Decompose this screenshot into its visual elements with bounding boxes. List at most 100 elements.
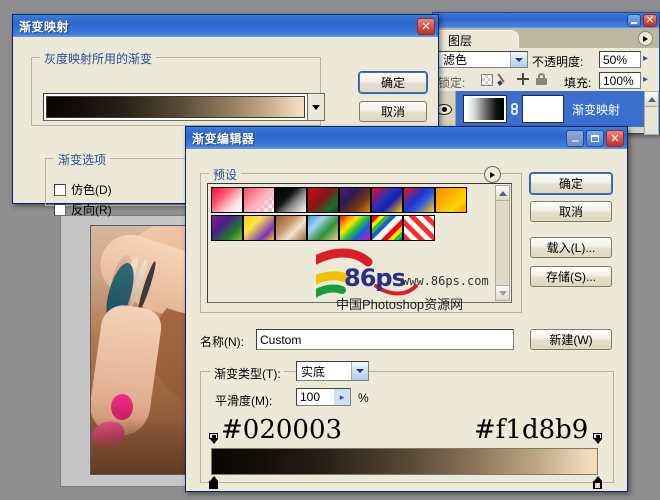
preset-swatch[interactable] — [339, 215, 371, 241]
ok-button[interactable]: 确定 — [359, 72, 427, 93]
name-label: 名称(N): — [200, 335, 244, 349]
load-button-label: 载入(L)... — [546, 241, 596, 255]
panel-menu-icon[interactable] — [638, 31, 653, 46]
layers-panel-titlebar[interactable]: ✕ — [433, 13, 659, 28]
layer-mask-thumbnail[interactable] — [522, 95, 564, 123]
new-button[interactable]: 新建(W) — [530, 329, 612, 350]
ok-button-label: 确定 — [558, 177, 583, 191]
fill-label: 填充: — [564, 76, 592, 90]
preset-swatch[interactable] — [211, 215, 243, 241]
color-stop-right-swatch[interactable] — [594, 481, 601, 489]
close-icon[interactable]: ✕ — [643, 14, 657, 27]
layer-row-gradient-map[interactable]: 渐变映射 — [433, 91, 644, 127]
fill-slider-arrow[interactable]: ▸ — [643, 74, 648, 85]
preset-swatch[interactable] — [275, 215, 307, 241]
cancel-button[interactable]: 取消 — [359, 101, 427, 122]
opacity-stop-left[interactable] — [208, 433, 219, 446]
preset-swatch[interactable] — [243, 187, 275, 213]
smoothness-value: 100 — [300, 390, 321, 404]
fill-value: 100% — [603, 73, 634, 88]
preset-swatch[interactable] — [275, 187, 307, 213]
gradient-type-value: 实底 — [301, 364, 326, 379]
close-icon[interactable]: ✕ — [606, 129, 624, 147]
gradient-editor-titlebar[interactable]: 渐变编辑器 ✕ — [186, 127, 627, 149]
presets-scrollbar[interactable] — [495, 185, 510, 301]
tab-layers[interactable]: 图层 — [437, 30, 519, 49]
color-stop-right[interactable] — [592, 476, 603, 489]
gradient-editor-dialog: 渐变编辑器 ✕ 预设 确定 取消 载入(L)... 存储(S)... 名称(N)… — [185, 126, 628, 492]
dither-checkbox[interactable] — [54, 183, 66, 196]
all-lock-icon[interactable] — [536, 73, 547, 85]
color-stop-left-swatch[interactable] — [210, 481, 217, 489]
ok-button[interactable]: 确定 — [530, 173, 612, 194]
dither-checkbox-row[interactable]: 仿色(D) — [54, 181, 112, 198]
gradient-type-select[interactable]: 实底 — [296, 361, 369, 381]
preset-swatch[interactable] — [211, 187, 243, 213]
grayscale-map-group-label: 灰度映射所用的渐变 — [40, 50, 157, 67]
smoothness-slider-arrow[interactable]: ▸ — [334, 389, 350, 405]
presets-row-1 — [211, 187, 467, 213]
load-button[interactable]: 载入(L)... — [530, 237, 612, 258]
cancel-button-label: 取消 — [380, 105, 405, 119]
chevron-down-icon[interactable] — [351, 362, 368, 380]
layer-thumbnail[interactable] — [463, 95, 507, 123]
reverse-label: 反向(R) — [71, 203, 112, 217]
name-input[interactable]: Custom — [256, 329, 514, 350]
maximize-icon[interactable] — [586, 129, 604, 147]
gradient-edit-bar[interactable] — [211, 448, 598, 475]
reverse-checkbox-row[interactable]: 反向(R) — [54, 201, 112, 218]
opacity-input[interactable]: 50% — [599, 51, 641, 68]
gradient-map-title: 渐变映射 — [19, 19, 70, 34]
preset-swatch[interactable] — [339, 187, 371, 213]
preset-swatch[interactable] — [403, 215, 435, 241]
gradient-preview-box[interactable] — [43, 93, 308, 121]
presets-listbox[interactable] — [207, 183, 512, 303]
scroll-down-arrow[interactable] — [496, 285, 509, 300]
gradient-swatch — [46, 96, 305, 118]
gradient-options-group-label: 渐变选项 — [54, 151, 111, 168]
layers-scrollbar[interactable] — [644, 91, 659, 135]
gradient-map-titlebar[interactable]: 渐变映射 ✕ — [13, 15, 438, 37]
close-icon[interactable]: ✕ — [417, 17, 435, 35]
smoothness-input[interactable]: 100 ▸ — [296, 388, 351, 406]
brush-lock-icon[interactable] — [497, 73, 511, 86]
save-button-label: 存储(S)... — [546, 270, 596, 284]
gradient-editor-title: 渐变编辑器 — [192, 131, 255, 146]
scroll-up-arrow[interactable] — [496, 186, 509, 201]
preset-swatch[interactable] — [307, 215, 339, 241]
gradient-type-label: 渐变类型(T): — [211, 365, 284, 382]
blend-mode-value: 滤色 — [443, 53, 468, 67]
preset-swatch[interactable] — [403, 187, 435, 213]
gradient-preview-dropdown[interactable] — [308, 93, 325, 121]
link-icon[interactable] — [510, 101, 519, 117]
fill-input[interactable]: 100% — [599, 72, 641, 89]
opacity-value: 50% — [603, 52, 628, 67]
preset-swatch[interactable] — [371, 187, 403, 213]
opacity-label: 不透明度: — [532, 55, 584, 69]
minimize-icon[interactable] — [627, 14, 641, 27]
preset-swatch[interactable] — [435, 187, 467, 213]
cancel-button-label: 取消 — [558, 205, 583, 219]
scroll-up-arrow[interactable] — [645, 92, 658, 107]
left-stop-hex-label: #020003 — [221, 415, 343, 445]
chevron-down-icon[interactable] — [510, 52, 527, 67]
opacity-stop-right[interactable] — [592, 433, 603, 446]
move-lock-icon[interactable] — [517, 73, 529, 85]
preset-swatch[interactable] — [307, 187, 339, 213]
opacity-slider-arrow[interactable]: ▸ — [643, 53, 648, 64]
color-stop-left[interactable] — [208, 476, 219, 489]
preset-swatch[interactable] — [243, 215, 275, 241]
minimize-icon[interactable] — [566, 129, 584, 147]
reverse-checkbox[interactable] — [54, 203, 66, 216]
blend-mode-select[interactable]: 滤色 — [438, 51, 528, 68]
tab-layers-label: 图层 — [448, 33, 473, 48]
transparency-lock-icon[interactable] — [481, 74, 493, 86]
name-value: Custom — [260, 332, 302, 347]
presets-menu-icon[interactable] — [484, 166, 501, 183]
preset-swatch[interactable] — [371, 215, 403, 241]
presets-row-2 — [211, 215, 435, 241]
save-button[interactable]: 存储(S)... — [530, 266, 612, 287]
cancel-button[interactable]: 取消 — [530, 201, 612, 222]
smoothness-label: 平滑度(M): — [215, 394, 273, 408]
lock-label: 锁定: — [438, 76, 466, 90]
